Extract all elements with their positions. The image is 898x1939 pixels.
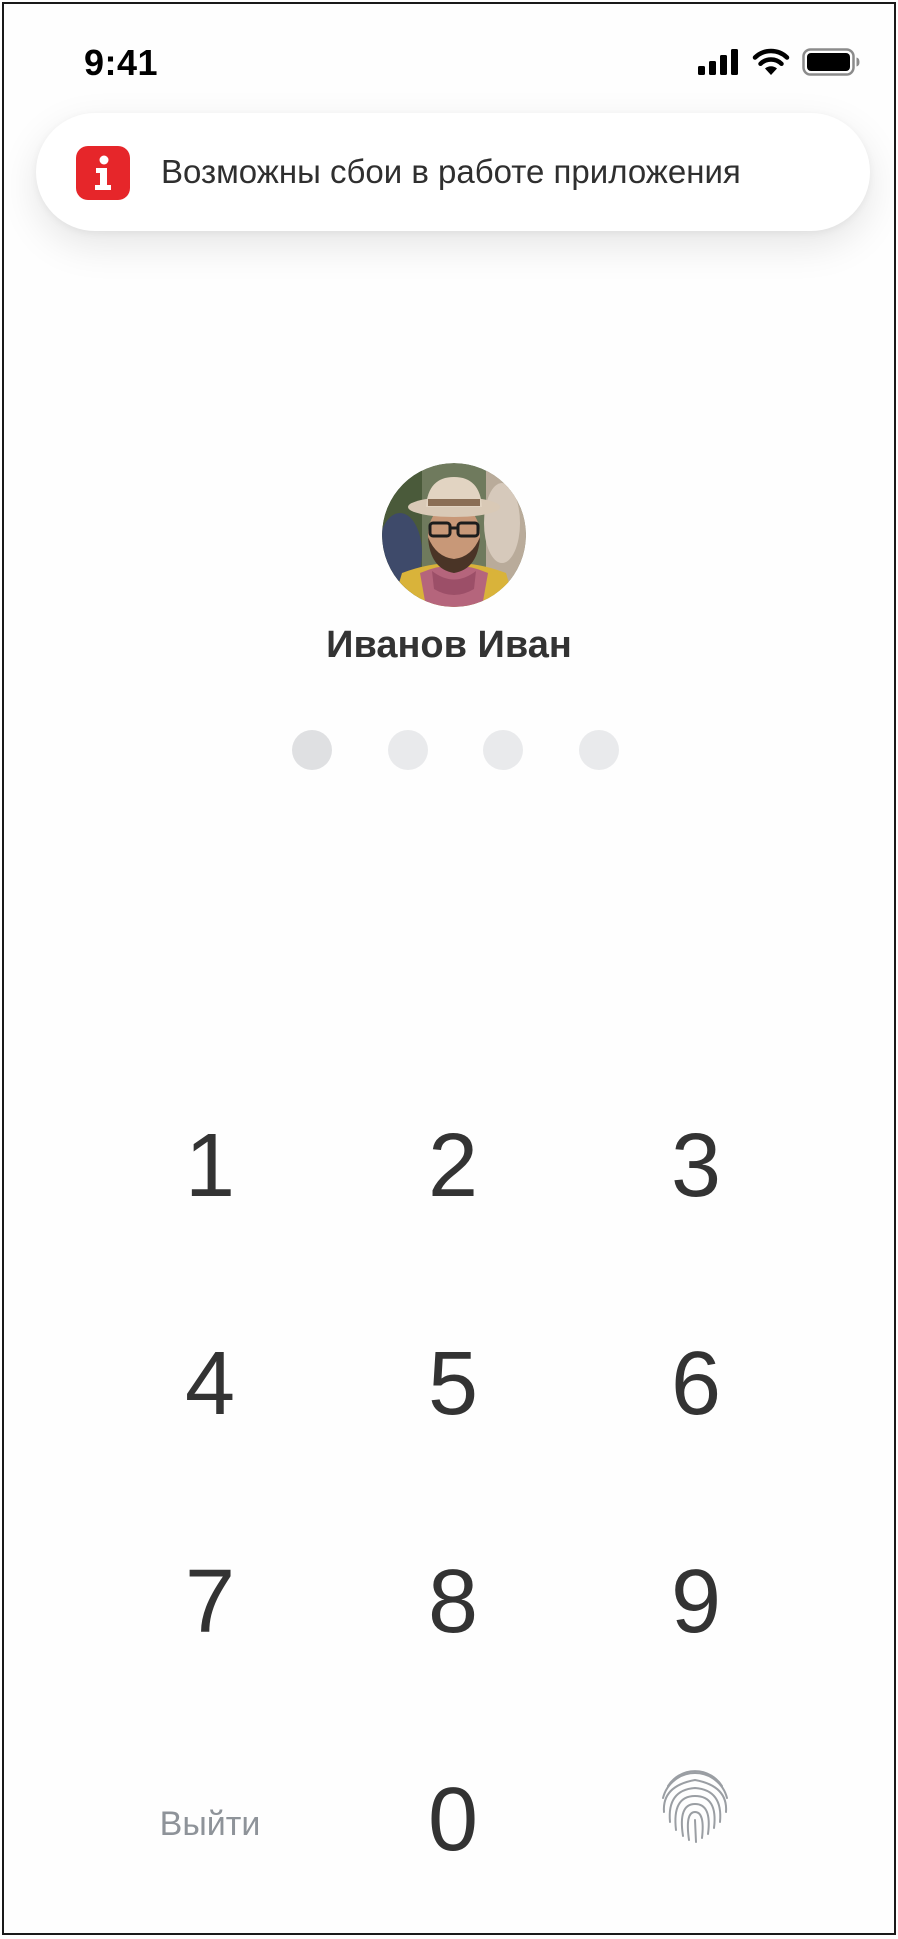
key-label: 1: [184, 1116, 236, 1216]
key-3[interactable]: 3: [596, 1106, 796, 1226]
user-name: Иванов Иван: [326, 624, 572, 666]
pin-dot: [579, 730, 619, 770]
status-icons: [698, 48, 860, 76]
key-label: 9: [670, 1552, 722, 1652]
key-7[interactable]: 7: [110, 1542, 310, 1662]
key-label: 8: [427, 1552, 479, 1652]
pin-dot: [388, 730, 428, 770]
fingerprint-button[interactable]: [654, 1764, 736, 1846]
key-label: 5: [427, 1334, 479, 1434]
pin-dot: [292, 730, 332, 770]
key-0[interactable]: 0: [353, 1760, 553, 1880]
key-1[interactable]: 1: [110, 1106, 310, 1226]
key-label: 6: [670, 1334, 722, 1434]
key-4[interactable]: 4: [110, 1324, 310, 1444]
key-label: 0: [427, 1770, 479, 1870]
key-label: 3: [670, 1116, 722, 1216]
battery-icon: [802, 48, 860, 76]
lock-screen: 9:41 Возможны сбои в работе приложения И…: [2, 2, 896, 1935]
alert-banner[interactable]: Возможны сбои в работе приложения: [36, 113, 870, 231]
key-5[interactable]: 5: [353, 1324, 553, 1444]
key-2[interactable]: 2: [353, 1106, 553, 1226]
key-label: 2: [427, 1116, 479, 1216]
key-label: 7: [184, 1552, 236, 1652]
key-8[interactable]: 8: [353, 1542, 553, 1662]
info-icon: [76, 146, 130, 200]
wifi-icon: [752, 48, 790, 75]
pin-dot: [483, 730, 523, 770]
fingerprint-icon: [662, 1770, 728, 1843]
status-time: 9:41: [84, 42, 159, 83]
signal-icon: [698, 49, 738, 75]
avatar: [382, 463, 526, 607]
logout-button[interactable]: Выйти: [110, 1794, 310, 1854]
key-label: 4: [184, 1334, 236, 1434]
alert-message: Возможны сбои в работе приложения: [161, 153, 741, 190]
key-9[interactable]: 9: [596, 1542, 796, 1662]
status-bar: 9:41: [4, 4, 894, 114]
key-6[interactable]: 6: [596, 1324, 796, 1444]
